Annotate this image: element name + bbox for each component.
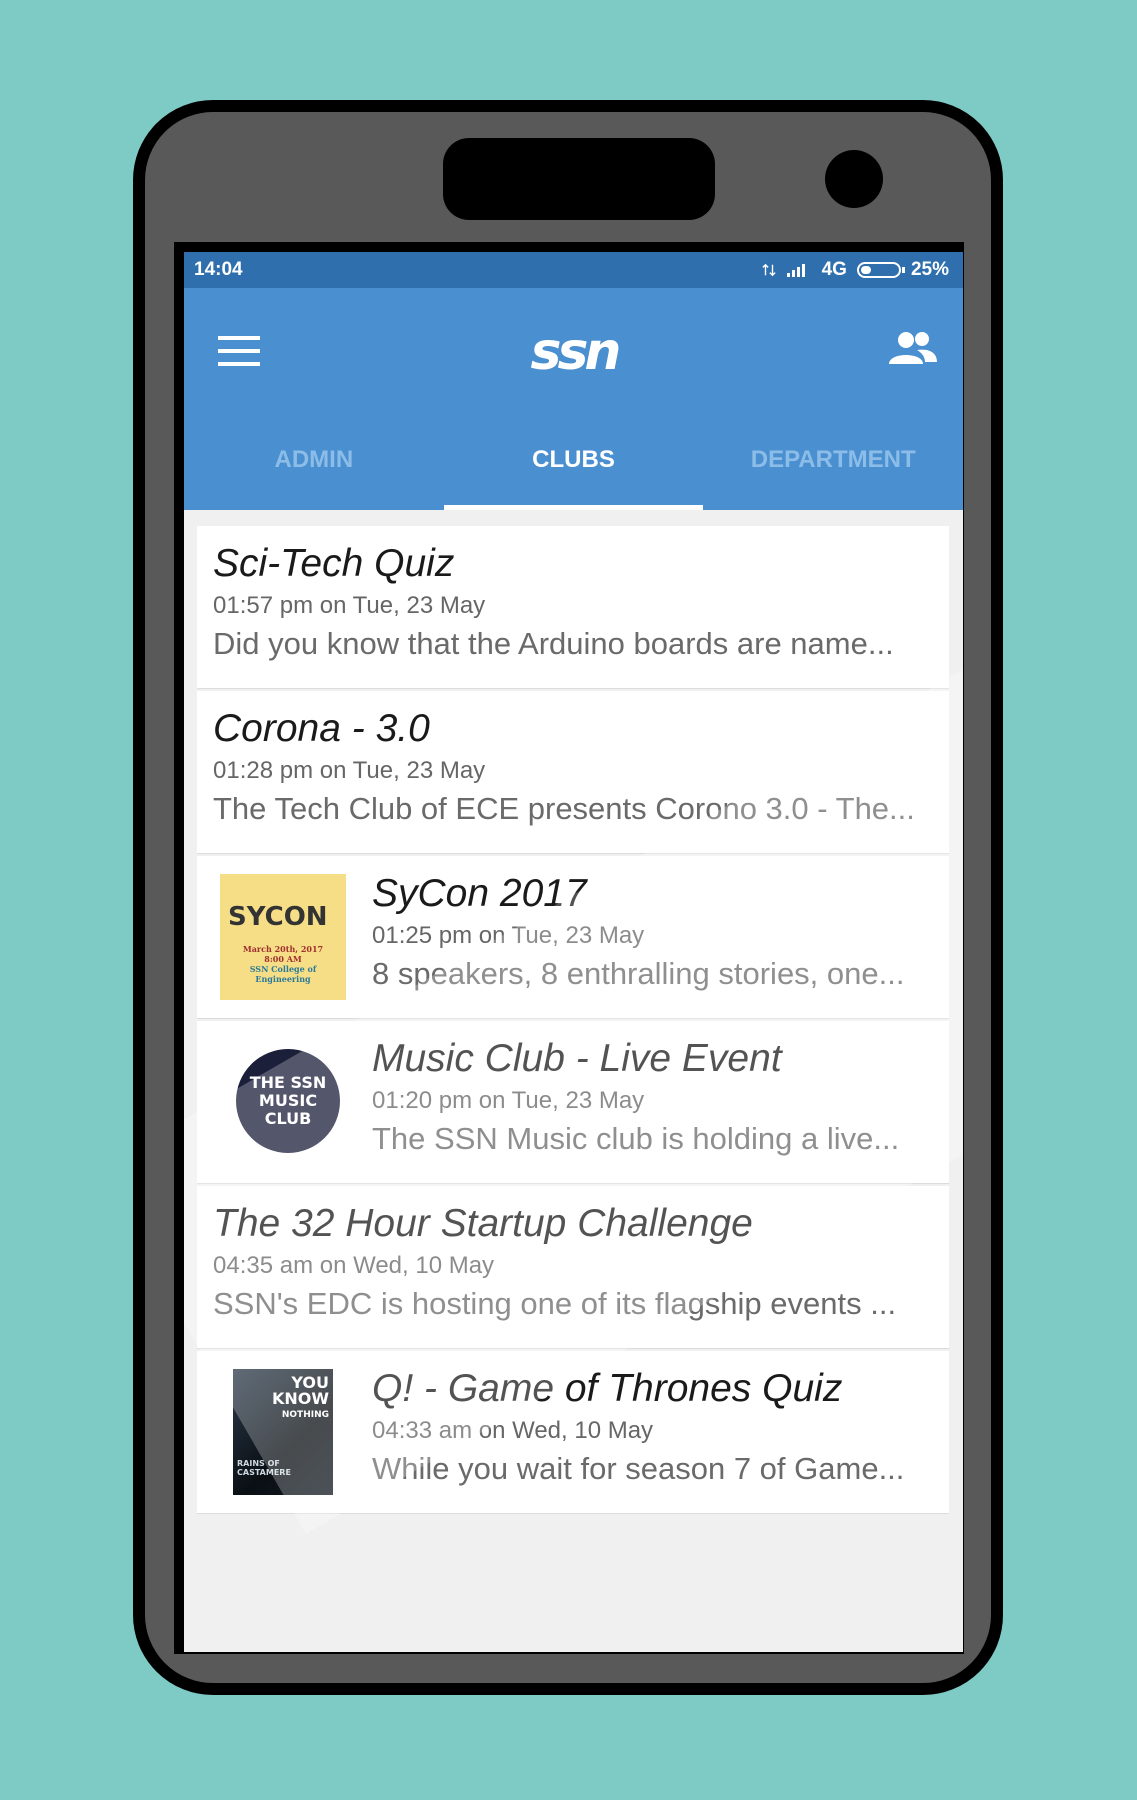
phone-camera (825, 150, 883, 208)
post-text: Q! - Game of Thrones Quiz 04:33 am on We… (372, 1365, 939, 1489)
post-title: Corona - 3.0 (213, 707, 430, 750)
ssn-logo: ssn (530, 322, 622, 382)
post-description: SSN's EDC is hosting one of its flagship… (213, 1286, 897, 1321)
post-title: SyCon 2017 (372, 872, 587, 915)
music-badge-line2: MUSIC CLUB (258, 1091, 318, 1128)
post-description: The Tech Club of ECE presents Corono 3.0… (213, 791, 915, 826)
hamburger-menu-icon[interactable] (218, 336, 260, 368)
sycon-start-time: 8:00 AM (264, 954, 302, 964)
post-text: SyCon 2017 01:25 pm on Tue, 23 May 8 spe… (372, 870, 939, 994)
post-title: Music Club - Live Event (372, 1037, 782, 1080)
post-time: 01:57 pm on Tue, 23 May (213, 592, 486, 619)
post-text: Music Club - Live Event 01:20 pm on Tue,… (372, 1035, 939, 1159)
music-club-thumbnail: THE SSN MUSIC CLUB (220, 1039, 346, 1165)
music-badge-line1: THE SSN (249, 1073, 327, 1092)
post-title: The 32 Hour Startup Challenge (213, 1202, 753, 1245)
network-type: 4G (821, 259, 847, 280)
people-icon[interactable] (887, 330, 939, 368)
post-time: 04:35 am on Wed, 10 May (213, 1252, 495, 1279)
tab-bar: ADMIN CLUBS DEPARTMENT (184, 410, 963, 510)
post-text: The 32 Hour Startup Challenge 04:35 am o… (213, 1200, 939, 1324)
status-time: 14:04 (194, 259, 243, 280)
post-time: 01:20 pm on Tue, 23 May (372, 1087, 645, 1114)
post-description: The SSN Music club is holding a live... (372, 1121, 900, 1156)
sycon-details: March 20th, 2017 8:00 AM SSN College of … (230, 944, 336, 984)
sycon-logo-text: SYCON (228, 902, 328, 932)
got-thumbnail: YOU KNOW NOTHING RAINS OF CASTAMERE (220, 1369, 346, 1495)
phone-frame: 14:04 4G 25% ssn ADMIN CLUBS DEPARTMENT … (133, 100, 1003, 1695)
status-bar: 14:04 4G 25% (184, 252, 963, 288)
post-description: Did you know that the Arduino boards are… (213, 626, 894, 661)
music-club-badge: THE SSN MUSIC CLUB (236, 1049, 340, 1153)
data-transfer-icon (761, 263, 776, 277)
got-poster-caption: RAINS OF CASTAMERE (237, 1459, 291, 1477)
post-card[interactable]: YOU KNOW NOTHING RAINS OF CASTAMERE Q! -… (197, 1351, 949, 1514)
post-time: 04:33 am on Wed, 10 May (372, 1417, 654, 1444)
post-title: Sci-Tech Quiz (213, 542, 455, 585)
app-bar: ssn ADMIN CLUBS DEPARTMENT (184, 288, 963, 510)
battery-icon (856, 262, 905, 278)
tab-admin[interactable]: ADMIN (184, 410, 444, 510)
post-description: While you wait for season 7 of Game... (372, 1451, 905, 1486)
post-list: Sci-Tech Quiz 01:57 pm on Tue, 23 May Di… (197, 526, 949, 1516)
got-poster-headline: YOU KNOW NOTHING (271, 1373, 329, 1421)
post-text: Corona - 3.0 01:28 pm on Tue, 23 May The… (213, 705, 939, 829)
post-card[interactable]: THE SSN MUSIC CLUB Music Club - Live Eve… (197, 1021, 949, 1184)
post-card[interactable]: The 32 Hour Startup Challenge 04:35 am o… (197, 1186, 949, 1349)
post-card[interactable]: Corona - 3.0 01:28 pm on Tue, 23 May The… (197, 691, 949, 854)
sycon-venue: SSN College of Engineering (249, 964, 317, 984)
sycon-date: March 20th, 2017 (242, 944, 324, 954)
phone-speaker (443, 138, 715, 220)
sycon-thumbnail: SYCON March 20th, 2017 8:00 AM SSN Colle… (220, 874, 346, 1000)
phone-screen: 14:04 4G 25% ssn ADMIN CLUBS DEPARTMENT … (174, 242, 964, 1654)
post-title: Q! - Game of Thrones Quiz (372, 1367, 843, 1410)
post-card[interactable]: Sci-Tech Quiz 01:57 pm on Tue, 23 May Di… (197, 526, 949, 689)
signal-icon (786, 264, 805, 277)
post-description: 8 speakers, 8 enthralling stories, one..… (372, 956, 905, 991)
post-time: 01:25 pm on Tue, 23 May (372, 922, 645, 949)
got-poster: YOU KNOW NOTHING RAINS OF CASTAMERE (233, 1369, 333, 1495)
battery-percent: 25% (910, 259, 949, 280)
app-display: 14:04 4G 25% ssn ADMIN CLUBS DEPARTMENT … (184, 252, 963, 1652)
post-text: Sci-Tech Quiz 01:57 pm on Tue, 23 May Di… (213, 540, 939, 664)
tab-clubs[interactable]: CLUBS (443, 410, 704, 510)
post-time: 01:28 pm on Tue, 23 May (213, 757, 486, 784)
status-icons: 4G 25% (761, 259, 949, 281)
post-card[interactable]: SYCON March 20th, 2017 8:00 AM SSN Colle… (197, 856, 949, 1019)
tab-department[interactable]: DEPARTMENT (703, 410, 963, 510)
